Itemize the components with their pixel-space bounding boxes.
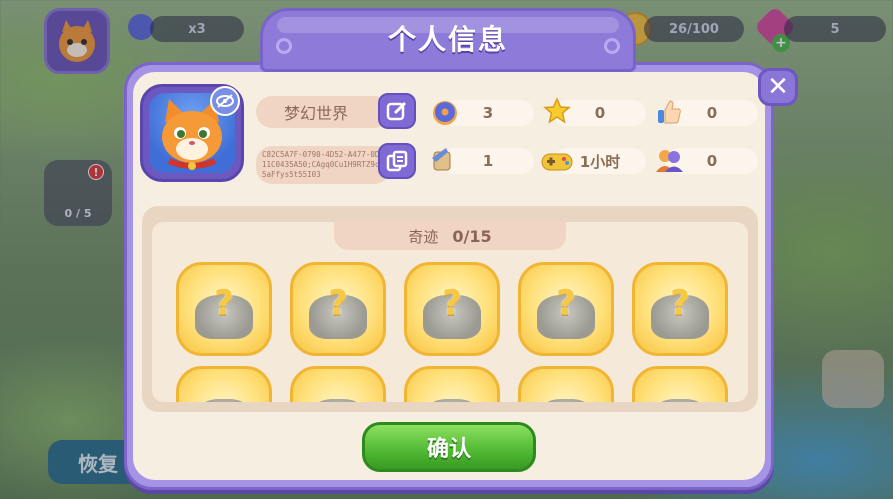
wonder-card[interactable]: ? [290, 262, 386, 356]
locked-wonder-silhouette [195, 399, 253, 402]
player-id: C82C5A7F-0790-4D52-A477-0D11C0435A50;CAg… [256, 146, 390, 184]
wonder-card[interactable] [176, 366, 272, 402]
player-name: 梦幻世界 [256, 96, 390, 128]
left-curl-ornament [276, 38, 292, 54]
locked-wonder-silhouette [309, 399, 367, 402]
question-mark-icon: ? [670, 283, 690, 323]
wonder-card[interactable] [518, 366, 614, 402]
confirm-button[interactable]: 确认 [362, 422, 536, 472]
right-curl-ornament [604, 38, 620, 54]
thumbs-up-icon [654, 97, 684, 127]
copy-icon [386, 150, 408, 172]
star-icon [542, 96, 572, 126]
question-mark-icon: ? [214, 283, 234, 323]
dialog-title: 个人信息 [387, 23, 508, 56]
wonder-card[interactable] [632, 366, 728, 402]
question-mark-icon: ? [328, 283, 348, 323]
gamepad-icon [540, 146, 574, 176]
wonder-card[interactable]: ? [518, 262, 614, 356]
eye-slash-icon [216, 94, 234, 108]
wonder-card[interactable]: ? [632, 262, 728, 356]
hide-profile-icon[interactable] [210, 86, 240, 116]
wonder-card[interactable]: ? [404, 262, 500, 356]
wonders-count: 0/15 [452, 226, 492, 246]
dialog-title-tab: 个人信息 [260, 8, 636, 72]
wonders-label: 奇迹 [408, 227, 439, 246]
locked-wonder-silhouette [651, 399, 709, 402]
donut-icon [430, 98, 460, 128]
question-mark-icon: ? [442, 283, 462, 323]
friends-icon [654, 145, 684, 175]
quest-scroll-icon [428, 144, 458, 174]
edit-icon [386, 101, 407, 121]
question-mark-icon: ? [556, 283, 576, 323]
locked-wonder-silhouette [423, 399, 481, 402]
copy-id-button[interactable] [378, 143, 416, 179]
close-button[interactable]: ✕ [758, 68, 798, 106]
locked-wonder-silhouette [537, 399, 595, 402]
wonders-header: 奇迹 0/15 [334, 222, 566, 250]
edit-name-button[interactable] [378, 93, 416, 129]
wonder-card[interactable] [290, 366, 386, 402]
wonder-card[interactable] [404, 366, 500, 402]
wonder-card[interactable]: ? [176, 262, 272, 356]
